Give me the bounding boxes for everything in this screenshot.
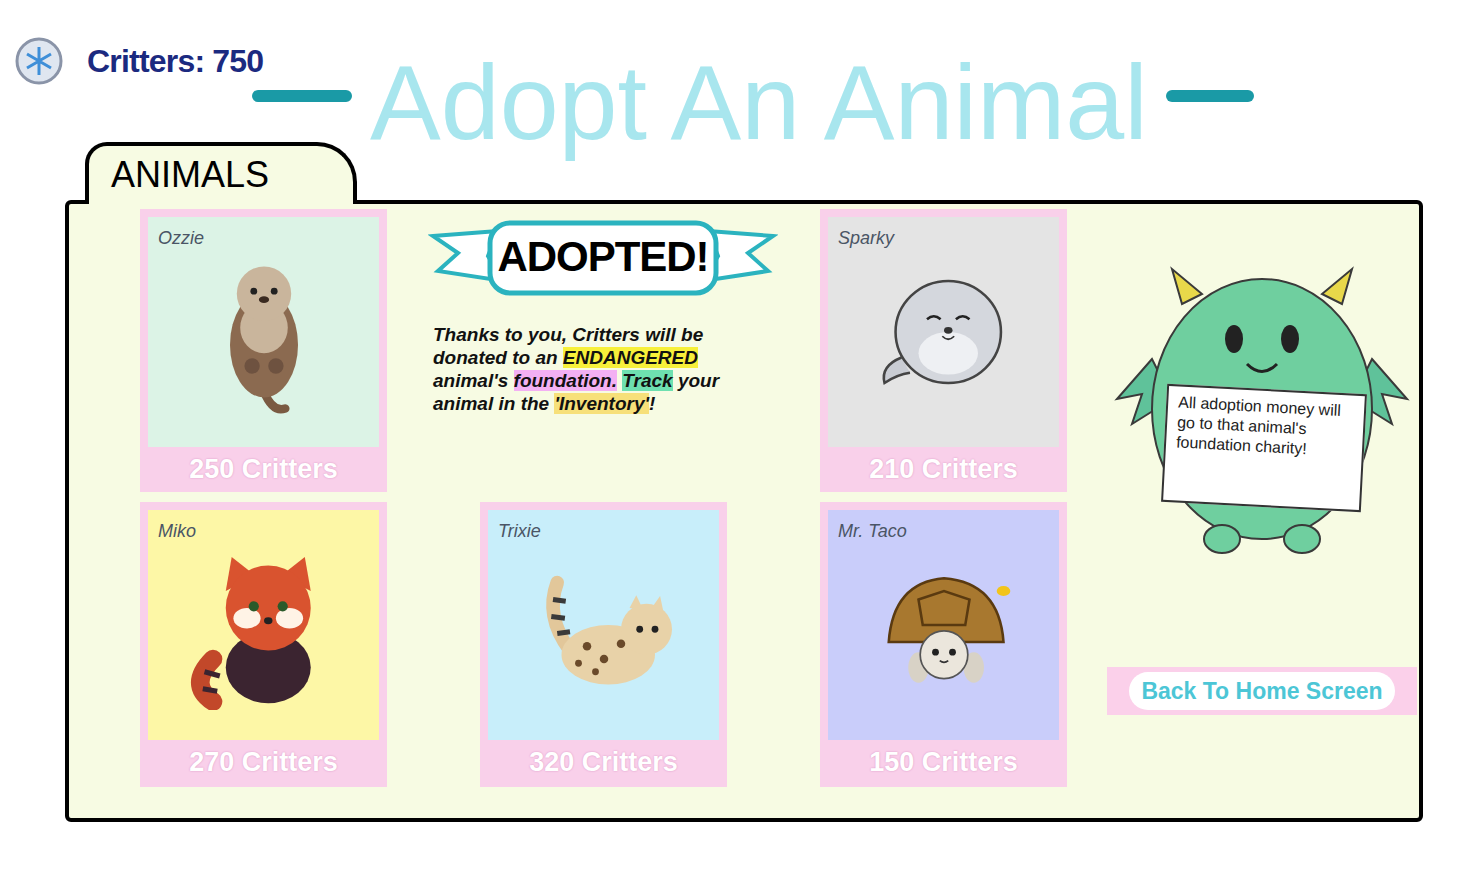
tab-bar: ANIMALS bbox=[0, 142, 360, 200]
title-dash bbox=[252, 90, 352, 102]
animal-name: Miko bbox=[158, 518, 196, 545]
notice-segment: foundation. bbox=[514, 370, 617, 391]
mascot: All adoption money will go to that anima… bbox=[1112, 249, 1412, 559]
notice-segment: ! bbox=[649, 393, 655, 414]
animal-name: Mr. Taco bbox=[838, 518, 907, 545]
notice-segment: animal's bbox=[433, 370, 514, 391]
home-button[interactable]: Back To Home Screen bbox=[1107, 667, 1417, 715]
notice-segment: ENDANGERED bbox=[563, 347, 698, 368]
animal-name: Trixie bbox=[498, 518, 541, 545]
notice-segment: 'Inventory' bbox=[554, 393, 649, 414]
animal-picture: Mr. Taco bbox=[828, 510, 1059, 740]
animal-grid: Ozzie 250 Critters Sparky 210 Critters Miko 2… bbox=[140, 209, 1067, 818]
seal-icon bbox=[859, 247, 1029, 417]
adopted-badge: ADOPTED! bbox=[498, 225, 709, 288]
animal-price: 210 Critters bbox=[828, 447, 1059, 492]
animal-card[interactable]: Mr. Taco 150 Critters bbox=[820, 502, 1067, 787]
notice-segment: Track bbox=[622, 370, 672, 391]
page-title: Adopt An Animal bbox=[370, 42, 1148, 162]
animal-price: 250 Critters bbox=[148, 447, 379, 492]
animal-card[interactable]: Miko 270 Critters bbox=[140, 502, 387, 787]
title-row: Adopt An Animal bbox=[360, 0, 1254, 200]
title-dash bbox=[1166, 90, 1254, 102]
animals-panel: Ozzie 250 Critters Sparky 210 Critters Miko 2… bbox=[65, 200, 1423, 822]
home-button-label: Back To Home Screen bbox=[1129, 672, 1394, 711]
notice-text: Thanks to you, Critters will be donated … bbox=[433, 323, 773, 415]
button-group: Back To Home Screen bbox=[1107, 667, 1417, 715]
tortoise-icon bbox=[859, 540, 1029, 710]
currency-label: Critters: 750 bbox=[87, 37, 263, 85]
leopard-icon bbox=[519, 540, 689, 710]
animal-price: 150 Critters bbox=[828, 740, 1059, 785]
currency: Critters: 750 bbox=[0, 0, 360, 85]
red-panda-icon bbox=[179, 540, 349, 710]
animal-price: 320 Critters bbox=[488, 740, 719, 785]
header: Critters: 750 ANIMALSAdopt An Animal bbox=[0, 0, 1472, 200]
animal-picture: Sparky bbox=[828, 217, 1059, 447]
tab[interactable]: ANIMALS bbox=[85, 142, 357, 204]
animal-card[interactable]: Trixie 320 Critters bbox=[480, 502, 727, 787]
side-column: All adoption money will go to that anima… bbox=[1107, 209, 1417, 818]
adopted-notice: ADOPTED! Thanks to you, Critters will be … bbox=[418, 209, 788, 492]
mascot-wrap: All adoption money will go to that anima… bbox=[1112, 249, 1412, 559]
animal-picture: Miko bbox=[148, 510, 379, 740]
animal-picture: Ozzie bbox=[148, 217, 379, 447]
animal-card[interactable]: Ozzie 250 Critters bbox=[140, 209, 387, 492]
adopt-screen: Critters: 750 ANIMALSAdopt An Animal Ozzie… bbox=[0, 0, 1472, 871]
animal-name: Sparky bbox=[838, 225, 894, 252]
animal-name: Ozzie bbox=[158, 225, 204, 252]
animal-card[interactable]: Sparky 210 Critters bbox=[820, 209, 1067, 492]
animal-picture: Trixie bbox=[488, 510, 719, 740]
otter-icon bbox=[179, 247, 349, 417]
animal-price: 270 Critters bbox=[148, 740, 379, 785]
coin-icon bbox=[15, 37, 63, 85]
adopted-banner: ADOPTED! bbox=[428, 211, 778, 301]
mascot-sign: All adoption money will go to that anima… bbox=[1161, 384, 1367, 512]
